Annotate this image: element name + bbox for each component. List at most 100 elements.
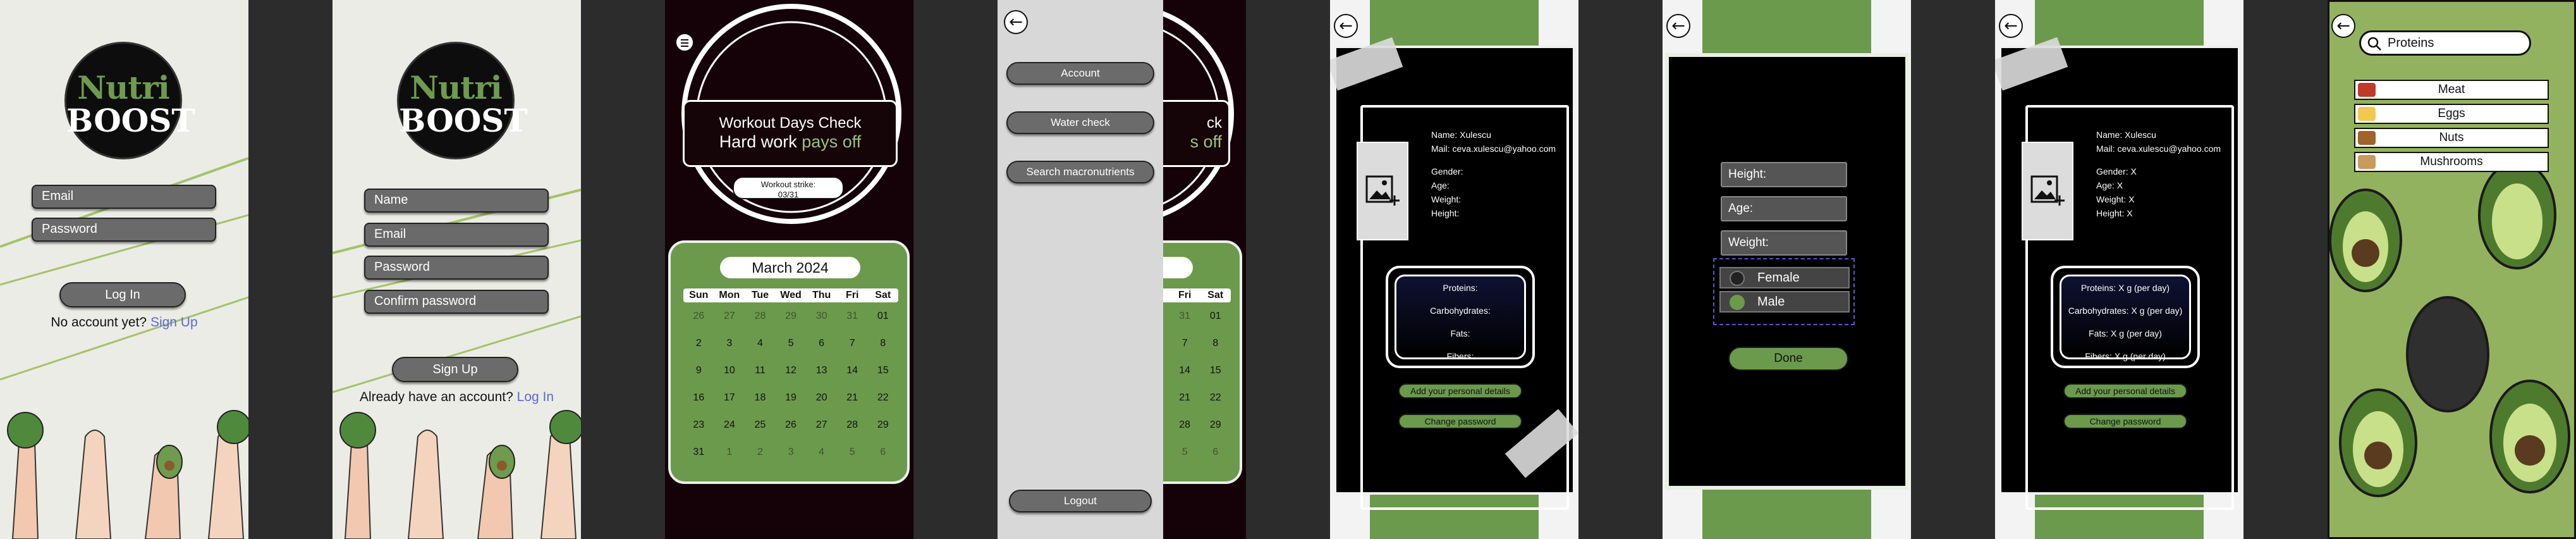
calendar-day[interactable]: 13: [806, 357, 837, 384]
change-password-button[interactable]: Change password: [2063, 414, 2187, 429]
calendar-day[interactable]: 2: [745, 438, 776, 466]
back-arrow-icon[interactable]: ←: [1666, 14, 1690, 38]
calendar-day[interactable]: 26: [776, 411, 807, 438]
calendar-day[interactable]: 31: [1169, 302, 1200, 330]
search-input[interactable]: Proteins: [2359, 30, 2531, 56]
password-input[interactable]: Password: [32, 218, 216, 242]
calendar-day[interactable]: 15: [867, 357, 898, 384]
calendar-day[interactable]: 29: [776, 302, 807, 330]
calendar-day[interactable]: 26: [683, 302, 714, 330]
menu-item-search-macronutrients[interactable]: Search macronutrients: [1006, 161, 1154, 183]
calendar-day[interactable]: 4: [806, 438, 837, 466]
calendar-day[interactable]: 6: [806, 330, 837, 357]
calendar-day[interactable]: 31: [683, 438, 714, 466]
calendar-day[interactable]: 5: [776, 330, 807, 357]
calendar-day[interactable]: 4: [745, 330, 776, 357]
profile-photo-placeholder[interactable]: [1357, 142, 1408, 240]
calendar-day[interactable]: 20: [806, 384, 837, 411]
calendar-day[interactable]: 28: [745, 302, 776, 330]
calendar-day[interactable]: 15: [1200, 357, 1231, 384]
logout-button[interactable]: Logout: [1009, 490, 1152, 512]
done-button[interactable]: Done: [1728, 347, 1848, 371]
menu-item-account[interactable]: Account: [1006, 62, 1154, 85]
change-password-button[interactable]: Change password: [1398, 414, 1522, 429]
calendar-day[interactable]: 18: [745, 384, 776, 411]
calendar-day[interactable]: 8: [867, 330, 898, 357]
menu-item-water-check[interactable]: Water check: [1006, 111, 1154, 134]
calendar-day[interactable]: 29: [867, 411, 898, 438]
calendar-day[interactable]: 24: [714, 411, 745, 438]
gender-option-male[interactable]: Male: [1719, 291, 1850, 313]
signup-button[interactable]: Sign Up: [392, 357, 518, 382]
calendar-day[interactable]: 6: [867, 438, 898, 466]
calendar-day[interactable]: 14: [1169, 357, 1200, 384]
calendar-day[interactable]: 16: [683, 384, 714, 411]
calendar-day[interactable]: 28: [1169, 411, 1200, 438]
gender-option-female[interactable]: Female: [1719, 267, 1850, 288]
calendar-day[interactable]: 5: [1169, 438, 1200, 466]
back-arrow-icon[interactable]: ←: [2331, 14, 2355, 38]
calendar-day[interactable]: 25: [745, 411, 776, 438]
calendar-day[interactable]: 12: [776, 357, 807, 384]
back-arrow-icon[interactable]: ←: [1334, 14, 1358, 38]
calendar-day[interactable]: 2: [683, 330, 714, 357]
calendar-day[interactable]: 21: [837, 384, 868, 411]
calendar-day[interactable]: 01: [1200, 302, 1231, 330]
calendar-day[interactable]: 01: [867, 302, 898, 330]
profile-photo-placeholder[interactable]: [2022, 142, 2073, 240]
calendar-day[interactable]: 9: [683, 357, 714, 384]
calendar-day[interactable]: 19: [776, 384, 807, 411]
height-input[interactable]: Height:: [1721, 162, 1847, 187]
calendar-day[interactable]: 30: [806, 302, 837, 330]
result-nuts[interactable]: Nuts: [2354, 128, 2549, 148]
result-eggs[interactable]: Eggs: [2354, 104, 2549, 124]
calendar-day[interactable]: 17: [714, 384, 745, 411]
calendar-day[interactable]: 7: [1169, 330, 1200, 357]
calendar-day[interactable]: 21: [1169, 384, 1200, 411]
calendar-day[interactable]: 6: [1200, 438, 1231, 466]
weight-input[interactable]: Weight:: [1721, 230, 1847, 256]
macros-box: Proteins: X g (per day) Carbohydrates: X…: [2051, 266, 2200, 368]
hamburger-menu-button[interactable]: [675, 33, 694, 52]
add-details-button[interactable]: Add your personal details: [2063, 383, 2187, 399]
email-input[interactable]: Email: [32, 185, 216, 209]
tape-decoration: [1995, 37, 2068, 91]
calendar-day[interactable]: 28: [837, 411, 868, 438]
home-screen: Workout Days Check Hard work pays off Wo…: [665, 0, 913, 539]
email-input[interactable]: Email: [364, 223, 549, 247]
confirm-password-input[interactable]: Confirm password: [364, 290, 549, 314]
calendar-day[interactable]: 22: [867, 384, 898, 411]
calendar-day[interactable]: 11: [745, 357, 776, 384]
calendar-day[interactable]: 3: [714, 330, 745, 357]
password-input[interactable]: Password: [364, 256, 549, 280]
search-screen: ← Proteins Meat Eggs Nuts Mushrooms: [2328, 0, 2576, 539]
calendar-day[interactable]: 10: [714, 357, 745, 384]
calendar-day[interactable]: 8: [1200, 330, 1231, 357]
calendar-day[interactable]: 23: [683, 411, 714, 438]
add-details-button[interactable]: Add your personal details: [1398, 383, 1522, 399]
strike-value: 03/31: [778, 190, 799, 199]
result-mushrooms[interactable]: Mushrooms: [2354, 152, 2549, 172]
workout-check-card: Workout Days Check Hard work pays off: [683, 100, 898, 167]
age-input[interactable]: Age:: [1721, 196, 1847, 221]
back-arrow-icon[interactable]: ←: [1999, 14, 2023, 38]
calendar-day[interactable]: 27: [806, 411, 837, 438]
calendar-day[interactable]: 29: [1200, 411, 1231, 438]
name-input[interactable]: Name: [364, 189, 549, 213]
login-button[interactable]: Log In: [59, 282, 186, 307]
calendar-day[interactable]: 5: [837, 438, 868, 466]
result-meat[interactable]: Meat: [2354, 80, 2549, 100]
back-arrow-icon[interactable]: ←: [1004, 10, 1028, 34]
calendar-day[interactable]: 7: [837, 330, 868, 357]
calendar-day[interactable]: 27: [714, 302, 745, 330]
signup-link[interactable]: Sign Up: [150, 315, 198, 330]
calendar-day[interactable]: 1: [714, 438, 745, 466]
calendar-week-row: 2345678: [683, 330, 898, 357]
add-image-icon: [1365, 175, 1400, 206]
calendar-day[interactable]: 3: [776, 438, 807, 466]
weekday-label: Mon: [719, 290, 740, 300]
result-label: Eggs: [2438, 107, 2465, 120]
calendar-day[interactable]: 22: [1200, 384, 1231, 411]
calendar-day[interactable]: 31: [837, 302, 868, 330]
calendar-day[interactable]: 14: [837, 357, 868, 384]
